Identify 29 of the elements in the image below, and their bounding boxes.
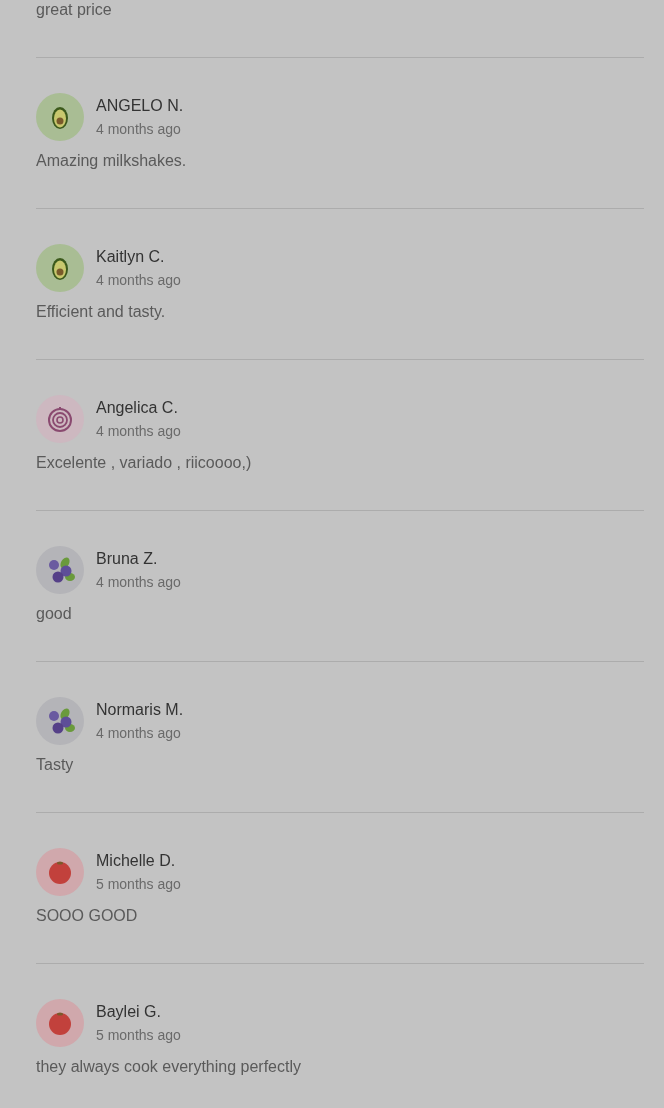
reviewer-name: ANGELO N. [96,97,184,115]
reviewer-name: Baylei G. [96,1003,162,1021]
review-text: they always cook everything perfectly [36,1057,302,1077]
review-text: good [36,604,73,624]
reviewer-name: Michelle D. [96,852,177,870]
blueberry-icon [36,546,84,594]
tomato-icon [36,848,84,896]
review-time: 5 months ago [96,876,181,892]
review-time: 5 months ago [96,1027,181,1043]
review-time: 4 months ago [96,423,181,439]
tomato-icon [36,999,84,1047]
review-text: SOOO GOOD [36,906,139,926]
reviewer-name: Normaris M. [96,701,184,719]
review-time: 4 months ago [96,725,182,741]
avocado-icon [36,244,84,292]
review-time: 4 months ago [96,121,182,137]
blueberry-icon [36,697,84,745]
avocado-icon [36,93,84,141]
onion-icon [36,395,84,443]
review-text: Tasty [36,755,75,775]
reviewer-name: Kaitlyn C. [96,248,166,266]
reviewer-name: Bruna Z. [96,550,159,568]
review-text: Amazing milkshakes. [36,151,188,171]
review-text: great price [36,0,113,20]
review-text: Efficient and tasty. [36,302,167,322]
reviewer-name: Angelica C. [96,399,179,417]
review-time: 4 months ago [96,272,181,288]
review-time: 4 months ago [96,574,181,590]
review-text: Excelente , variado , riicoooo,) [36,453,253,473]
